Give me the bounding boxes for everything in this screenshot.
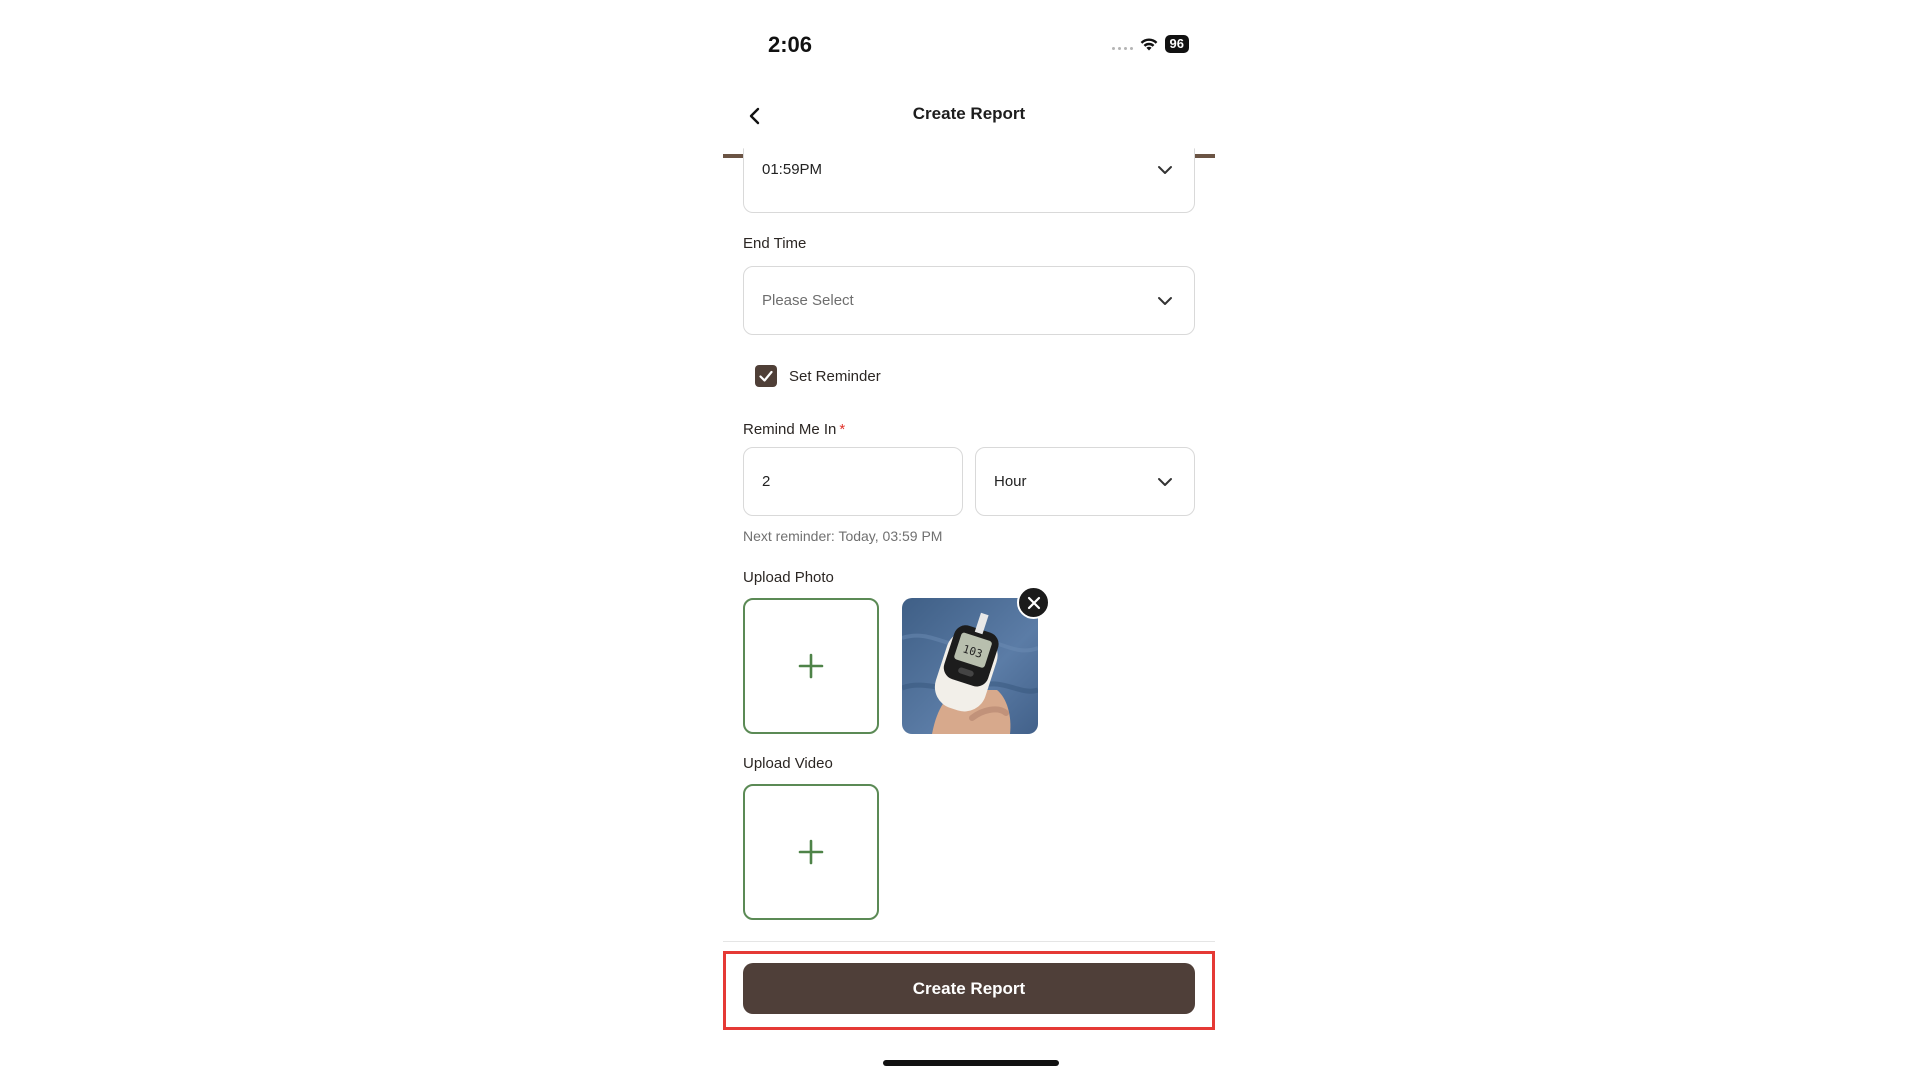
close-icon — [1027, 596, 1040, 609]
footer-divider — [723, 941, 1215, 942]
add-video-button[interactable] — [743, 784, 879, 920]
status-icons: 96 — [1111, 35, 1189, 53]
page-title: Create Report — [912, 104, 1026, 123]
set-reminder-checkbox[interactable] — [755, 365, 777, 387]
photo-thumbnail[interactable]: 103 — [902, 598, 1038, 734]
status-time: 2:06 — [768, 32, 813, 57]
reminder-unit-select[interactable]: Hour — [975, 447, 1195, 516]
set-reminder-row[interactable]: Set Reminder — [755, 365, 881, 387]
required-mark: * — [839, 421, 846, 438]
upload-video-label: Upload Video — [743, 755, 833, 772]
set-reminder-label: Set Reminder — [789, 367, 881, 385]
plus-icon — [798, 839, 824, 865]
upload-photo-label: Upload Photo — [743, 569, 834, 586]
reminder-amount-value: 2 — [762, 473, 771, 490]
chevron-down-icon — [1158, 165, 1172, 174]
remind-me-in-label: Remind Me In * — [743, 421, 845, 438]
chevron-down-icon — [1158, 477, 1172, 486]
reminder-unit-value: Hour — [994, 473, 1027, 490]
checkmark-icon — [759, 370, 773, 382]
reminder-amount-input[interactable]: 2 — [743, 447, 963, 516]
start-time-select[interactable]: 01:59PM — [743, 148, 1195, 213]
phone-screen: 2:06 96 Create Report 01:59PM End Time P… — [723, 0, 1215, 1080]
glucose-meter-photo: 103 — [902, 598, 1038, 734]
end-time-select[interactable]: Please Select — [743, 266, 1195, 335]
battery-indicator: 96 — [1164, 35, 1189, 53]
next-reminder-text: Next reminder: Today, 03:59 PM — [743, 528, 943, 544]
end-time-placeholder: Please Select — [762, 292, 854, 309]
end-time-label: End Time — [743, 235, 807, 252]
wifi-icon — [1140, 38, 1157, 50]
cellular-signal-icon — [1111, 38, 1133, 50]
start-time-value: 01:59PM — [762, 161, 823, 178]
add-photo-button[interactable] — [743, 598, 879, 734]
chevron-down-icon — [1158, 296, 1172, 305]
remind-me-in-text: Remind Me In — [743, 421, 837, 438]
home-indicator — [883, 1060, 1059, 1066]
plus-icon — [798, 653, 824, 679]
create-report-button[interactable]: Create Report — [743, 963, 1195, 1014]
remove-photo-button[interactable] — [1017, 586, 1050, 619]
